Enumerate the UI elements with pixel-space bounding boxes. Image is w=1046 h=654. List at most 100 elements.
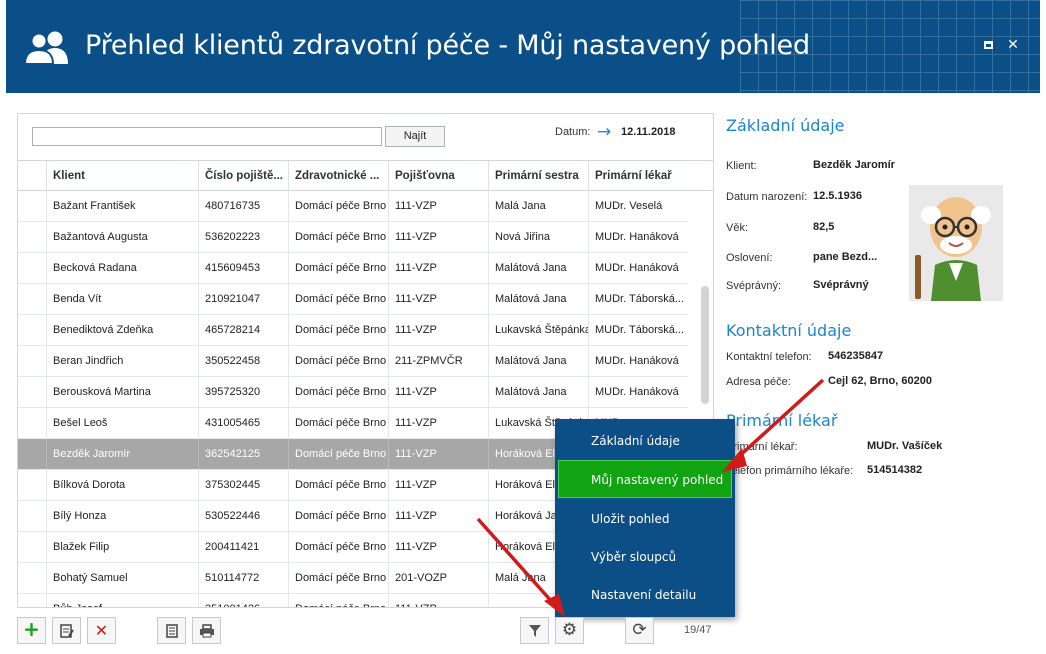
document-icon (165, 624, 178, 638)
section-title-basic: Základní údaje (726, 116, 845, 135)
cell-nurse: Malátová Jana (488, 284, 588, 314)
edit-button[interactable] (52, 617, 81, 644)
date-value: 12.11.2018 (621, 126, 676, 138)
menu-item-save-view[interactable]: Uložit pohled (555, 500, 735, 538)
table-row[interactable]: Bažant František 480716735 Domácí péče Brn… (18, 191, 688, 222)
cell-healthcare: Domácí péče Brno (288, 315, 388, 345)
elderly-man-avatar-icon (909, 185, 1003, 301)
cell-insurance-number: 530522446 (198, 501, 288, 531)
cell-client: Bešel Leoš (46, 408, 198, 438)
cell-client: Bílková Dorota (46, 470, 198, 500)
value-birthdate: 12.5.1936 (813, 190, 862, 202)
cell-nurse: Malátová Jana (488, 253, 588, 283)
value-care-address: Cejl 62, Brno, 60200 (828, 375, 932, 387)
value-primary-doctor: MUDr. Vašíček (867, 440, 943, 452)
label-birthdate: Datum narození: (726, 191, 808, 203)
find-button[interactable]: Najít (385, 126, 445, 147)
menu-item-basic-info[interactable]: Základní údaje (555, 422, 735, 460)
cell-client: Bílý Honza (46, 501, 198, 531)
cell-healthcare: Domácí péče Brno (288, 346, 388, 376)
cell-client: Bůh Josef (46, 594, 198, 607)
column-header-klient[interactable]: Klient▲ (46, 161, 201, 191)
section-title-contact: Kontaktní údaje (726, 321, 852, 340)
cell-insurance-number: 375302445 (198, 470, 288, 500)
client-avatar (909, 185, 1003, 301)
cell-healthcare: Domácí péče Brno (288, 408, 388, 438)
vertical-scrollbar[interactable] (701, 286, 709, 404)
cell-healthcare: Domácí péče Brno (288, 532, 388, 562)
column-header-healthcare[interactable]: Zdravotnické ... (288, 161, 388, 191)
refresh-icon: ⟳ (632, 620, 647, 640)
cell-insurance-number: 536202223 (198, 222, 288, 252)
cell-insurer: 111-VZP (388, 408, 488, 438)
cell-client: Bezděk Jaromír (46, 439, 198, 469)
cell-healthcare: Domácí péče Brno (288, 594, 388, 607)
cell-doctor: MUDr. Hanáková (588, 222, 688, 252)
cell-insurer: 111-VZP (388, 594, 488, 607)
cell-insurer: 111-VZP (388, 532, 488, 562)
refresh-button[interactable]: ⟳ (625, 617, 654, 644)
table-row[interactable]: Benda Vít 210921047 Domácí péče Brno 111-VZ… (18, 284, 688, 315)
search-input[interactable] (32, 127, 382, 146)
cell-client: Benda Vít (46, 284, 198, 314)
table-row[interactable]: Bažantová Augusta 536202223 Domácí péče Br… (18, 222, 688, 253)
settings-button[interactable]: ⚙ (555, 617, 584, 644)
menu-item-column-chooser[interactable]: Výběr sloupců (555, 538, 735, 576)
cell-healthcare: Domácí péče Brno (288, 284, 388, 314)
table-row[interactable]: Berousková Martina 395725320 Domácí péče B… (18, 377, 688, 408)
cell-healthcare: Domácí péče Brno (288, 470, 388, 500)
cell-insurer: 111-VZP (388, 284, 488, 314)
cell-insurer: 111-VZP (388, 377, 488, 407)
cell-insurer: 111-VZP (388, 222, 488, 252)
cell-client: Blažek Filip (46, 532, 198, 562)
cell-nurse: Malátová Jana (488, 377, 588, 407)
cell-insurance-number: 465728214 (198, 315, 288, 345)
label-salutation: Oslovení: (726, 252, 773, 264)
cell-client: Bažant František (46, 191, 198, 221)
add-icon: + (23, 617, 40, 641)
print-button[interactable] (192, 617, 221, 644)
table-row[interactable]: Benediktová Zdeňka 465728214 Domácí péče B… (18, 315, 688, 346)
cell-insurance-number: 415609453 (198, 253, 288, 283)
cell-healthcare: Domácí péče Brno (288, 563, 388, 593)
cell-nurse: Nová Jiřina (488, 222, 588, 252)
column-header-insurance-number[interactable]: Číslo pojiště... (198, 161, 288, 191)
cell-healthcare: Domácí péče Brno (288, 439, 388, 469)
label-client: Klient: (726, 160, 757, 172)
column-header-nurse[interactable]: Primární sestra (488, 161, 588, 191)
column-header-doctor[interactable]: Primární lékař (588, 161, 688, 191)
cell-nurse: Lukavská Štěpánka (488, 315, 588, 345)
table-row[interactable]: Beran Jindřich 350522458 Domácí péče Brno 2… (18, 346, 688, 377)
add-button[interactable]: + (17, 617, 46, 644)
cell-healthcare: Domácí péče Brno (288, 191, 388, 221)
close-button[interactable]: ✕ (1006, 38, 1020, 52)
maximize-button[interactable] (981, 38, 995, 52)
menu-item-my-view[interactable]: Můj nastavený pohled (558, 460, 732, 498)
cell-insurer: 111-VZP (388, 470, 488, 500)
filter-icon (528, 625, 541, 637)
menu-item-detail-settings[interactable]: Nastavení detailu (555, 576, 735, 614)
document-button[interactable] (157, 617, 186, 644)
detail-panel: Základní údaje Klient: Bezděk Jaromír Da… (716, 100, 1046, 520)
cell-insurance-number: 351001426 (198, 594, 288, 607)
cell-insurer: 201-VOZP (388, 563, 488, 593)
arrow-right-icon[interactable]: → (597, 122, 611, 142)
cell-doctor: MUDr. Veselá (588, 191, 688, 221)
delete-button[interactable]: ✕ (87, 617, 116, 644)
cell-insurance-number: 350522458 (198, 346, 288, 376)
cell-healthcare: Domácí péče Brno (288, 501, 388, 531)
section-title-doctor: Primární lékař (726, 411, 838, 430)
edit-icon (59, 624, 74, 638)
label-legal-capacity: Svéprávný: (726, 280, 782, 292)
view-settings-menu: Základní údaje Můj nastavený pohled Ulož… (555, 419, 735, 617)
cell-insurer: 211-ZPMVČR (388, 346, 488, 376)
maximize-icon (983, 41, 993, 49)
cell-healthcare: Domácí péče Brno (288, 222, 388, 252)
cell-client: Bohatý Samuel (46, 563, 198, 593)
column-header-insurer[interactable]: Pojišťovna (388, 161, 488, 191)
value-client: Bezděk Jaromír (813, 159, 895, 171)
filter-button[interactable] (520, 617, 549, 644)
table-row[interactable]: Becková Radana 415609453 Domácí péče Brno 1… (18, 253, 688, 284)
cell-insurer: 111-VZP (388, 315, 488, 345)
cell-insurance-number: 431005465 (198, 408, 288, 438)
